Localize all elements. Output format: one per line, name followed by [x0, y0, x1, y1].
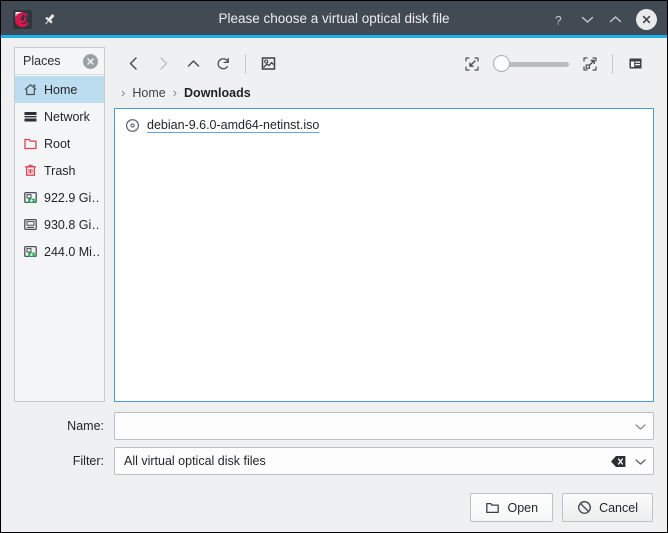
- drive-removable-icon: [22, 190, 38, 206]
- detail-view-icon[interactable]: [620, 50, 650, 77]
- dialog-buttons: Open Cancel: [14, 482, 654, 522]
- file-browser-pane: › Home › Downloads: [114, 47, 654, 402]
- trash-icon: [22, 163, 38, 179]
- browser-area: Places: [14, 47, 654, 402]
- sidebar-item-network[interactable]: Network: [15, 103, 104, 130]
- places-list: Home Network: [15, 75, 104, 401]
- image-preview-icon[interactable]: [253, 50, 283, 77]
- file-name-label[interactable]: debian-9.6.0-amd64-netinst.iso: [147, 118, 319, 132]
- titlebar-left-icons: id: [13, 10, 57, 29]
- refresh-icon[interactable]: [208, 50, 238, 77]
- file-form: Name: Filter: All virtual optical disk f…: [14, 402, 654, 522]
- sidebar-item-label: Network: [44, 110, 90, 124]
- svg-text:?: ?: [555, 13, 562, 27]
- drive-removable-icon: [22, 244, 38, 260]
- sidebar-item-root[interactable]: Root: [15, 130, 104, 157]
- sidebar-item-label: 244.0 Mi…: [44, 245, 100, 259]
- file-list-item[interactable]: debian-9.6.0-amd64-netinst.iso: [118, 114, 650, 136]
- folder-icon: [22, 136, 38, 152]
- filter-label: Filter:: [14, 454, 114, 468]
- filter-input-value[interactable]: All virtual optical disk files: [124, 454, 610, 468]
- name-row: Name:: [14, 412, 654, 440]
- close-button[interactable]: [636, 9, 657, 30]
- zoom-slider-handle[interactable]: [493, 55, 510, 72]
- filter-input[interactable]: All virtual optical disk files: [114, 447, 654, 475]
- name-label: Name:: [14, 419, 114, 433]
- file-chooser-dialog: id Please choose a virtual optical disk …: [0, 0, 668, 533]
- filter-row: Filter: All virtual optical disk files: [14, 447, 654, 475]
- chevron-right-icon: ›: [121, 86, 125, 99]
- sidebar-item-drive-244mib[interactable]: 244.0 Mi…: [15, 238, 104, 265]
- dialog-body: Places: [1, 38, 667, 532]
- drive-harddisk-icon: [22, 217, 38, 233]
- places-header: Places: [15, 48, 104, 75]
- sidebar-item-label: Home: [44, 83, 77, 97]
- window-controls: ?: [552, 9, 657, 30]
- cancel-button-label: Cancel: [599, 501, 638, 515]
- toolbar-separator: [612, 54, 613, 74]
- clear-text-icon[interactable]: [610, 453, 627, 470]
- cancel-icon: [577, 500, 592, 515]
- minimize-button[interactable]: [580, 11, 595, 28]
- forward-button: [148, 50, 178, 77]
- sidebar-item-label: Trash: [44, 164, 76, 178]
- zoom-in-icon[interactable]: [575, 50, 605, 77]
- sidebar-item-trash[interactable]: Trash: [15, 157, 104, 184]
- cancel-button[interactable]: Cancel: [562, 493, 653, 522]
- name-input[interactable]: [114, 412, 654, 440]
- chevron-right-icon: ›: [173, 86, 177, 99]
- back-button[interactable]: [118, 50, 148, 77]
- sidebar-item-home[interactable]: Home: [15, 76, 104, 103]
- toolbar-separator: [245, 54, 246, 74]
- places-title: Places: [23, 54, 61, 68]
- sidebar-item-label: 930.8 Gi…: [44, 218, 100, 232]
- network-icon: [22, 109, 38, 125]
- debian-logo-icon: id: [13, 10, 32, 29]
- up-button[interactable]: [178, 50, 208, 77]
- sidebar-item-label: Root: [44, 137, 70, 151]
- maximize-button[interactable]: [608, 11, 623, 28]
- home-icon: [22, 82, 38, 98]
- chevron-down-icon[interactable]: [632, 453, 648, 469]
- places-sidebar: Places: [14, 47, 105, 402]
- title-bar[interactable]: id Please choose a virtual optical disk …: [1, 1, 667, 38]
- sidebar-item-drive-922gib[interactable]: 922.9 Gi…: [15, 184, 104, 211]
- breadcrumb: › Home › Downloads: [114, 80, 654, 105]
- file-list[interactable]: debian-9.6.0-amd64-netinst.iso: [114, 108, 654, 402]
- open-button-label: Open: [507, 501, 538, 515]
- help-button[interactable]: ?: [552, 11, 567, 28]
- sidebar-item-label: 922.9 Gi…: [44, 191, 100, 205]
- chevron-down-icon[interactable]: [632, 418, 648, 434]
- pin-icon[interactable]: [42, 12, 57, 27]
- navigation-toolbar: [114, 47, 654, 80]
- open-button[interactable]: Open: [470, 493, 553, 522]
- folder-open-icon: [485, 500, 500, 515]
- breadcrumb-item-home[interactable]: Home: [130, 85, 167, 101]
- close-icon[interactable]: [83, 54, 98, 69]
- breadcrumb-item-downloads[interactable]: Downloads: [182, 85, 253, 101]
- optical-disc-icon: [124, 117, 140, 133]
- zoom-out-icon[interactable]: [457, 50, 487, 77]
- zoom-slider[interactable]: [493, 55, 569, 73]
- zoom-controls: [457, 50, 650, 77]
- sidebar-item-drive-930gib[interactable]: 930.8 Gi…: [15, 211, 104, 238]
